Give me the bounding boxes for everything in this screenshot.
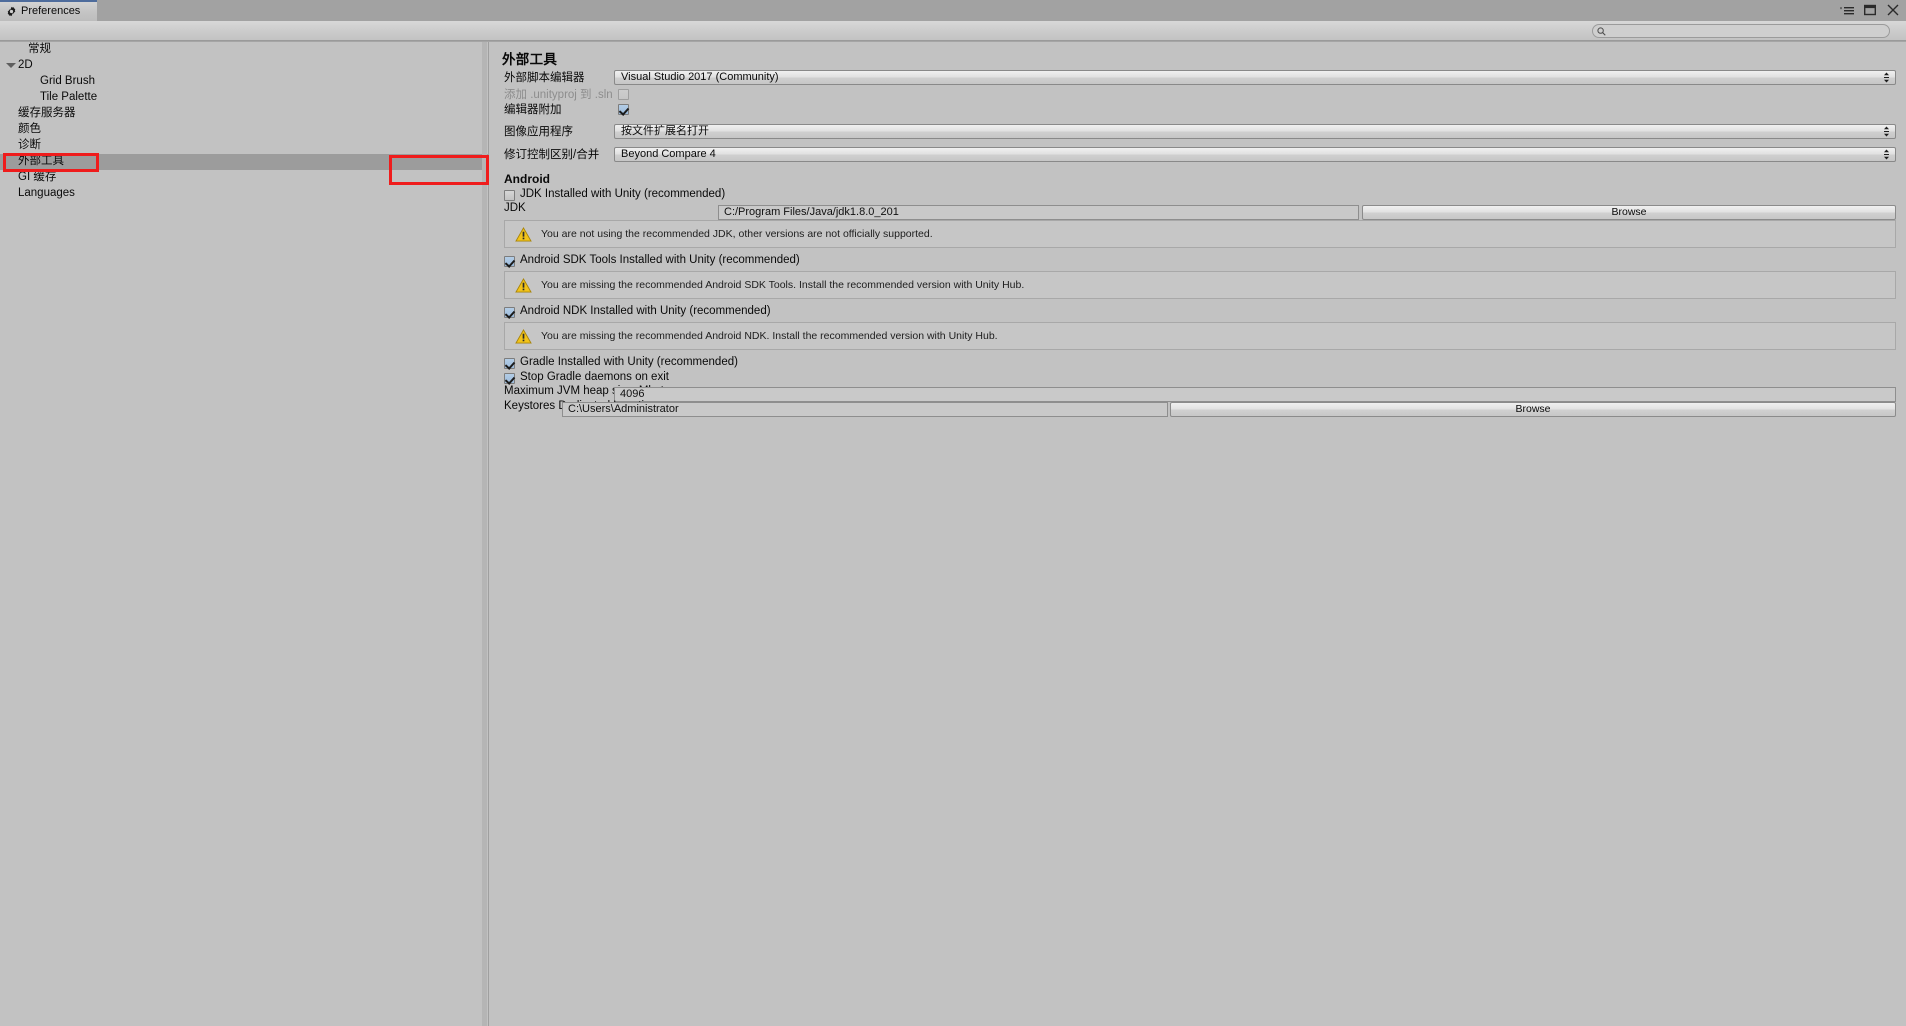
row-keystores-location: Keystores Dedicated Location C:\Users\Ad…	[490, 398, 1906, 417]
ndk-installed-label: Android NDK Installed with Unity (recomm…	[520, 305, 771, 318]
sidebar-item-label: 2D	[18, 59, 33, 72]
external-script-editor-dropdown[interactable]: Visual Studio 2017 (Community)	[614, 70, 1896, 85]
search-input[interactable]	[1605, 25, 1880, 37]
jdk-path-value: C:/Program Files/Java/jdk1.8.0_201	[724, 206, 899, 218]
sidebar-item-diagnostics[interactable]: 诊断	[0, 138, 488, 154]
image-application-label: 图像应用程序	[504, 126, 573, 138]
jdk-installed-checkbox[interactable]	[504, 189, 515, 201]
editor-attaching-label: 编辑器附加	[504, 104, 562, 116]
warning-icon	[515, 226, 532, 242]
row-editor-attaching: 编辑器附加	[490, 102, 1906, 118]
sidebar-item-label: Languages	[18, 187, 75, 200]
row-jdk-path: JDK C:/Program Files/Java/jdk1.8.0_201 B…	[490, 200, 1906, 220]
jdk-path-field[interactable]: C:/Program Files/Java/jdk1.8.0_201	[718, 205, 1359, 220]
keystores-location-field[interactable]: C:\Users\Administrator	[562, 402, 1168, 417]
sidebar: 常规 2D Grid Brush Tile Palette 缓存服务器 颜色 诊…	[0, 42, 489, 1026]
keystores-browse-label: Browse	[1515, 403, 1551, 415]
jdk-warning-text: You are not using the recommended JDK, o…	[541, 228, 933, 240]
sidebar-item-external-tools[interactable]: 外部工具	[0, 154, 488, 170]
warning-icon	[515, 277, 532, 293]
sidebar-item-2d[interactable]: 2D	[0, 58, 488, 74]
sidebar-item-label: 诊断	[18, 139, 41, 152]
search-icon	[1597, 27, 1606, 36]
ndk-installed-checkbox[interactable]	[504, 306, 515, 318]
jdk-browse-button[interactable]: Browse	[1362, 205, 1896, 220]
row-external-script-editor: 外部脚本编辑器 Visual Studio 2017 (Community)	[490, 70, 1906, 86]
image-application-dropdown[interactable]: 按文件扩展名打开	[614, 124, 1896, 139]
chevron-down-icon[interactable]	[6, 63, 16, 68]
sidebar-item-label: 常规	[28, 43, 51, 56]
gear-icon	[6, 6, 17, 17]
sidebar-item-languages[interactable]: Languages	[0, 186, 488, 202]
ndk-installed-row[interactable]: Android NDK Installed with Unity (recomm…	[504, 305, 771, 319]
sdk-warning-helpbox: You are missing the recommended Android …	[504, 271, 1896, 299]
row-add-unityproj: 添加 .unityproj 到 .sln	[490, 87, 1906, 103]
page-title: 外部工具	[502, 52, 558, 67]
sidebar-item-gi-cache[interactable]: GI 缓存	[0, 170, 488, 186]
window-tab-bar: Preferences	[0, 0, 1906, 21]
sidebar-scrollbar[interactable]	[482, 42, 487, 1026]
revision-control-value: Beyond Compare 4	[621, 148, 716, 160]
sidebar-item-label: 颜色	[18, 123, 41, 136]
content-pane: 外部工具 外部脚本编辑器 Visual Studio 2017 (Communi…	[490, 42, 1906, 1026]
toolbar	[0, 21, 1906, 41]
sdk-installed-row[interactable]: Android SDK Tools Installed with Unity (…	[504, 254, 800, 268]
row-max-jvm-heap: Maximum JVM heap size, Mbytes 4096	[490, 383, 1906, 402]
window-controls	[1840, 3, 1900, 17]
jdk-browse-label: Browse	[1611, 206, 1647, 218]
search-field[interactable]	[1592, 24, 1890, 38]
warning-icon	[515, 328, 532, 344]
external-script-editor-label: 外部脚本编辑器	[504, 72, 585, 84]
chevron-updown-icon	[1883, 72, 1890, 83]
keystores-browse-button[interactable]: Browse	[1170, 402, 1896, 417]
sdk-installed-checkbox[interactable]	[504, 255, 515, 267]
keystores-location-value: C:\Users\Administrator	[568, 403, 679, 415]
gradle-installed-row[interactable]: Gradle Installed with Unity (recommended…	[504, 356, 738, 370]
sdk-installed-label: Android SDK Tools Installed with Unity (…	[520, 254, 800, 267]
sidebar-item-colors[interactable]: 颜色	[0, 122, 488, 138]
sdk-warning-text: You are missing the recommended Android …	[541, 279, 1025, 291]
gradle-installed-label: Gradle Installed with Unity (recommended…	[520, 356, 738, 369]
jdk-warning-helpbox: You are not using the recommended JDK, o…	[504, 220, 1896, 248]
preferences-window: Preferences 常规 2D Grid Brush Tile Palett…	[0, 0, 1906, 1026]
sidebar-item-label: 缓存服务器	[18, 107, 76, 120]
chevron-updown-icon	[1883, 126, 1890, 137]
stop-gradle-daemons-checkbox[interactable]	[504, 372, 515, 384]
ndk-warning-helpbox: You are missing the recommended Android …	[504, 322, 1896, 350]
sidebar-item-general[interactable]: 常规	[0, 42, 488, 58]
close-icon[interactable]	[1886, 3, 1900, 17]
android-section-header: Android	[504, 172, 550, 186]
revision-control-label: 修订控制区别/合并	[504, 149, 600, 161]
gradle-installed-checkbox[interactable]	[504, 357, 515, 369]
external-script-editor-value: Visual Studio 2017 (Community)	[621, 71, 779, 83]
sidebar-item-label: Tile Palette	[40, 91, 98, 104]
chevron-updown-icon	[1883, 149, 1890, 160]
row-image-application: 图像应用程序 按文件扩展名打开	[490, 124, 1906, 140]
tab-preferences-label: Preferences	[21, 5, 81, 17]
editor-attaching-checkbox[interactable]	[618, 104, 629, 115]
image-application-value: 按文件扩展名打开	[621, 125, 709, 137]
revision-control-dropdown[interactable]: Beyond Compare 4	[614, 147, 1896, 162]
sidebar-item-label: 外部工具	[18, 155, 64, 168]
sidebar-item-label: GI 缓存	[18, 171, 57, 184]
sidebar-item-tile-palette[interactable]: Tile Palette	[0, 90, 488, 106]
sidebar-item-grid-brush[interactable]: Grid Brush	[0, 74, 488, 90]
sidebar-item-cache-server[interactable]: 缓存服务器	[0, 106, 488, 122]
maximize-icon[interactable]	[1863, 3, 1877, 17]
preferences-body: 常规 2D Grid Brush Tile Palette 缓存服务器 颜色 诊…	[0, 42, 1906, 1026]
row-revision-control: 修订控制区别/合并 Beyond Compare 4	[490, 147, 1906, 163]
add-unityproj-label: 添加 .unityproj 到 .sln	[504, 89, 613, 101]
sidebar-item-label: Grid Brush	[40, 75, 95, 88]
add-unityproj-checkbox	[618, 89, 629, 100]
dropdown-menu-icon[interactable]	[1840, 3, 1854, 17]
ndk-warning-text: You are missing the recommended Android …	[541, 330, 998, 342]
jdk-path-label: JDK	[504, 202, 526, 214]
tab-preferences[interactable]: Preferences	[0, 0, 97, 21]
